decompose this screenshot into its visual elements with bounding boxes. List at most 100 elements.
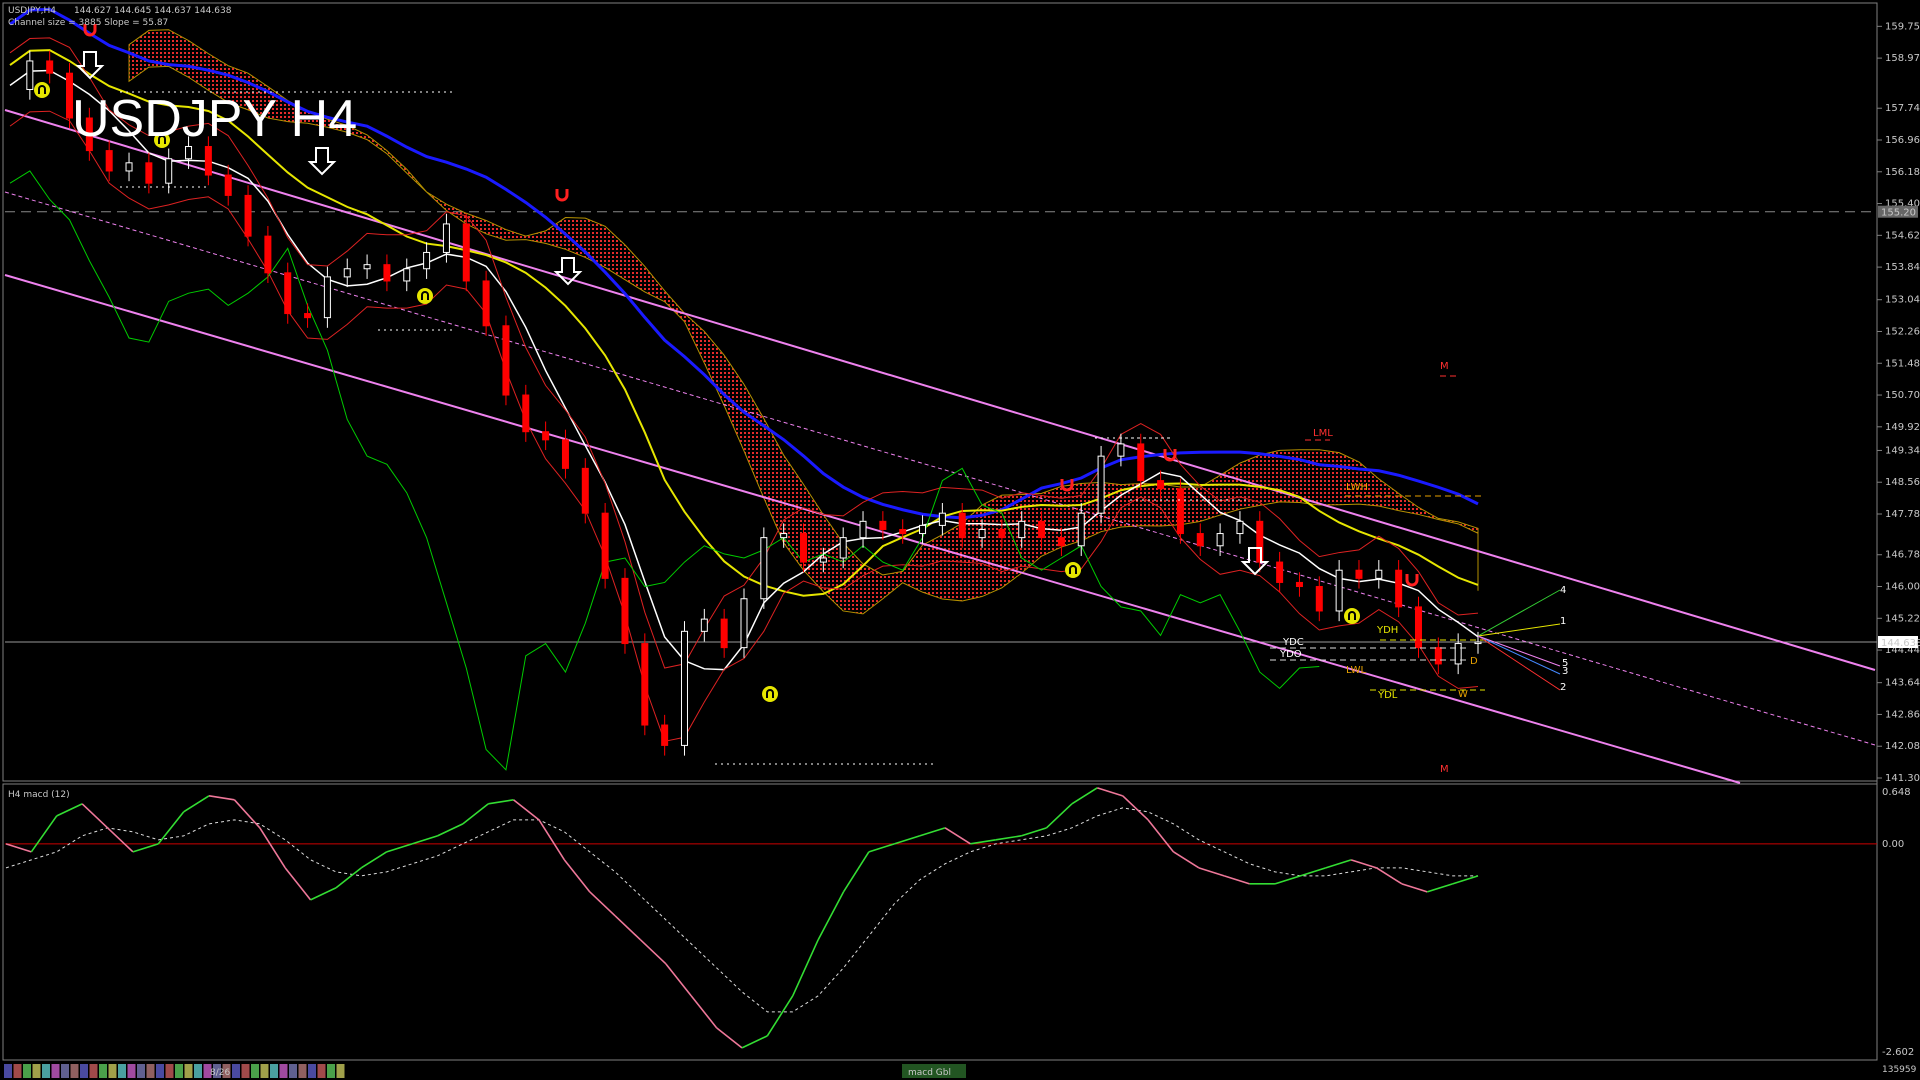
sell-signal-icon bbox=[1405, 574, 1419, 587]
macd-segment bbox=[411, 835, 438, 845]
level-label: LML bbox=[1313, 428, 1333, 439]
candle-body bbox=[304, 313, 312, 319]
candle-body bbox=[780, 533, 788, 539]
macd-segment bbox=[538, 819, 566, 861]
price-tick-label: 159.750 bbox=[1885, 21, 1920, 32]
candle-body bbox=[1018, 520, 1026, 539]
bottom-tab-swatch bbox=[336, 1064, 345, 1078]
candle-body bbox=[1375, 569, 1383, 579]
level-label: LWL bbox=[1346, 665, 1367, 676]
bottom-tab-swatch bbox=[32, 1064, 41, 1078]
macd-segment bbox=[639, 939, 667, 965]
bottom-tab-swatch bbox=[260, 1064, 269, 1078]
candle-body bbox=[1117, 443, 1125, 457]
candle-body bbox=[1454, 643, 1462, 665]
bottom-tabs[interactable] bbox=[4, 1064, 345, 1078]
price-tick-label: 157.740 bbox=[1885, 103, 1920, 114]
candle-body bbox=[1315, 586, 1323, 612]
macd-segment bbox=[1274, 875, 1301, 885]
price-tick-label: 156.960 bbox=[1885, 135, 1920, 146]
candle-body bbox=[363, 264, 371, 270]
candle-body bbox=[621, 577, 629, 645]
macd-segment bbox=[868, 843, 895, 853]
candle-body bbox=[1176, 488, 1184, 535]
buy-signal-icon bbox=[417, 288, 433, 304]
macd-segment bbox=[1300, 867, 1326, 877]
level-label: YDH bbox=[1376, 625, 1398, 636]
price-tick-label: 146.780 bbox=[1885, 550, 1920, 561]
channel-lower-line bbox=[4, 274, 1741, 784]
price-tick-label: 151.480 bbox=[1885, 358, 1920, 369]
candle-body bbox=[284, 272, 292, 315]
candle-body bbox=[879, 520, 887, 530]
bottom-tab-swatch bbox=[241, 1064, 250, 1078]
candle-body bbox=[26, 60, 34, 90]
macd-segment bbox=[1020, 827, 1047, 837]
macd-segment bbox=[1198, 867, 1225, 877]
candle-body bbox=[264, 235, 272, 274]
bottom-tab-swatch bbox=[289, 1064, 297, 1078]
macd-tick-label: 0.00 bbox=[1882, 839, 1904, 850]
macd-segment bbox=[1173, 851, 1200, 869]
channel-info: Channel size = 3885 Slope = 55.87 bbox=[8, 18, 168, 28]
candle-body bbox=[581, 467, 589, 514]
macd-segment bbox=[183, 795, 210, 813]
price-tick-label: 147.780 bbox=[1885, 509, 1920, 520]
macd-tick-label: 0.648 bbox=[1882, 787, 1911, 798]
candle-body bbox=[522, 394, 530, 433]
macd-segment bbox=[766, 995, 794, 1037]
price-tick-label: 143.640 bbox=[1885, 678, 1920, 689]
bottom-tab-swatch bbox=[118, 1064, 126, 1078]
macd-segment bbox=[589, 891, 616, 917]
projection-line bbox=[1477, 635, 1561, 667]
macd-signal-line bbox=[5, 807, 1478, 1013]
price-tick-label: 146.000 bbox=[1885, 582, 1920, 593]
candle-body bbox=[561, 439, 569, 469]
ma-white-line bbox=[9, 69, 1479, 671]
macd-segment bbox=[437, 823, 464, 837]
candle-body bbox=[145, 162, 153, 184]
candle-body bbox=[1335, 569, 1343, 612]
macd-segment bbox=[970, 839, 996, 845]
macd-segment bbox=[1350, 859, 1377, 869]
candle-body bbox=[383, 264, 391, 282]
candle-body bbox=[998, 528, 1006, 539]
candle-body bbox=[125, 162, 133, 172]
candle-body bbox=[859, 520, 867, 539]
candle-body bbox=[601, 512, 609, 579]
macd-segment bbox=[1427, 883, 1453, 893]
bottom-tab-swatch bbox=[80, 1064, 88, 1078]
buy-signal-icon bbox=[34, 82, 50, 98]
bottom-tab-swatch bbox=[137, 1064, 145, 1078]
bottom-tab-swatch bbox=[298, 1064, 307, 1078]
price-tick-label: 153.040 bbox=[1885, 295, 1920, 306]
bottom-tab-swatch bbox=[13, 1064, 22, 1078]
macd-segment bbox=[894, 835, 920, 845]
candle-body bbox=[482, 280, 490, 327]
candle-body bbox=[1137, 443, 1145, 482]
price-tick-label: 141.300 bbox=[1885, 773, 1920, 784]
macd-segment bbox=[741, 1035, 768, 1049]
price-tick-label: 152.260 bbox=[1885, 326, 1920, 337]
price-tick-label: 149.340 bbox=[1885, 445, 1920, 456]
projection-line bbox=[1477, 623, 1561, 637]
macd-segment bbox=[792, 939, 819, 997]
macd-segment bbox=[310, 887, 337, 901]
buy-signal-icon bbox=[1344, 608, 1360, 624]
candle-body bbox=[204, 146, 212, 176]
candle-body bbox=[1038, 520, 1046, 539]
macd-segment bbox=[81, 803, 109, 829]
bottom-tab-swatch bbox=[279, 1064, 288, 1078]
macd-title: H4 macd (12) bbox=[8, 790, 70, 800]
buy-signal-icon bbox=[1065, 562, 1081, 578]
price-tick-label: 149.920 bbox=[1885, 422, 1920, 433]
macd-segment bbox=[5, 843, 32, 853]
candle-body bbox=[700, 618, 708, 632]
candle-body bbox=[1236, 520, 1244, 535]
candle-body bbox=[165, 158, 173, 184]
candle-body bbox=[1474, 641, 1482, 645]
candle-body bbox=[899, 528, 907, 535]
bottom-tab-swatch bbox=[308, 1064, 316, 1078]
candle-body bbox=[938, 512, 946, 526]
bottom-right-value: 135959 bbox=[1882, 1065, 1917, 1075]
